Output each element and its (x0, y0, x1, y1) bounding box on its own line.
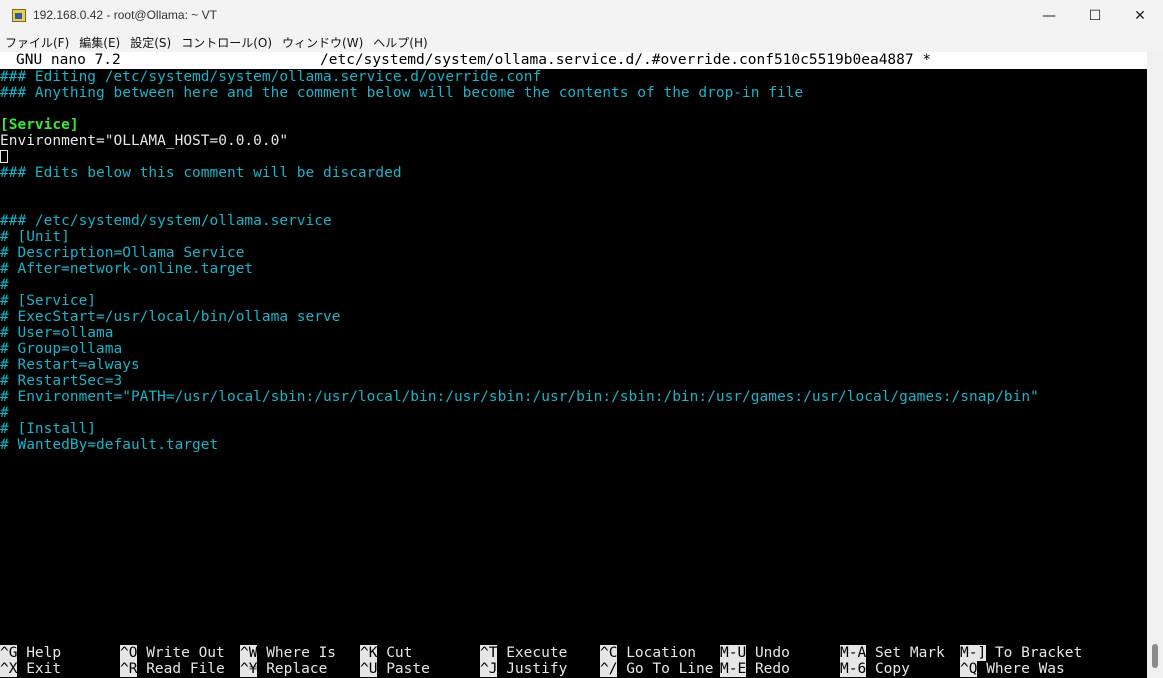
app-icon[interactable] (12, 9, 26, 22)
shortcut-where-is[interactable]: ^W Where Is (240, 645, 336, 661)
editor-line: # Environment="PATH=/usr/local/sbin:/usr… (0, 389, 1039, 405)
editor-line: # After=network-online.target (0, 261, 254, 277)
shortcut-replace[interactable]: ^¥ Replace (240, 661, 327, 677)
shortcut-paste[interactable]: ^U Paste (360, 661, 430, 677)
editor-line: # RestartSec=3 (0, 373, 123, 389)
shortcut-undo[interactable]: M-U Undo (720, 645, 790, 661)
menu-control[interactable]: コントロール(O) (176, 34, 277, 51)
editor-line: [Service] (0, 117, 79, 133)
scrollbar-thumb[interactable] (1152, 644, 1158, 668)
shortcut-copy[interactable]: M-6 Copy (840, 661, 910, 677)
close-button[interactable]: ✕ (1117, 0, 1163, 32)
shortcut-go-to-line[interactable]: ^/ Go To Line (600, 661, 714, 677)
nano-shortcut-bar: ^G Help ^O Write Out ^W Where Is ^K Cut … (0, 644, 1147, 678)
terminal-area[interactable]: GNU nano 7.2 /etc/systemd/system/ollama.… (0, 52, 1147, 678)
editor-line: ### Anything between here and the commen… (0, 85, 804, 101)
editor-line: # (0, 405, 9, 421)
menu-window[interactable]: ウィンドウ(W) (277, 34, 368, 51)
shortcut-help[interactable]: ^G Help (0, 645, 61, 661)
maximize-button[interactable]: ☐ (1072, 0, 1118, 32)
text-cursor (0, 150, 8, 163)
vertical-scrollbar[interactable] (1147, 52, 1163, 678)
editor-line: # Group=ollama (0, 341, 123, 357)
editor-line: # ExecStart=/usr/local/bin/ollama serve (0, 309, 341, 325)
shortcut-redo[interactable]: M-E Redo (720, 661, 790, 677)
shortcut-justify[interactable]: ^J Justify (480, 661, 567, 677)
shortcut-write-out[interactable]: ^O Write Out (120, 645, 225, 661)
editor-line (0, 149, 8, 165)
title-bar: 192.168.0.42 - root@Ollama: ~ VT — ☐ ✕ (0, 0, 1163, 32)
shortcut-location[interactable]: ^C Location (600, 645, 696, 661)
menu-help[interactable]: ヘルプ(H) (368, 34, 432, 51)
shortcut-where-was[interactable]: ^Q Where Was (960, 661, 1065, 677)
editor-line: # WantedBy=default.target (0, 437, 219, 453)
shortcut-to-bracket[interactable]: M-] To Bracket (960, 645, 1082, 661)
editor-line: # (0, 277, 9, 293)
editor-line: ### /etc/systemd/system/ollama.service (0, 213, 332, 229)
editor-line: # [Install] (0, 421, 97, 437)
shortcut-set-mark[interactable]: M-A Set Mark (840, 645, 945, 661)
menu-bar: ファイル(F) 編集(E) 設定(S) コントロール(O) ウィンドウ(W) ヘ… (0, 32, 1163, 52)
editor-line: # User=ollama (0, 325, 114, 341)
shortcut-execute[interactable]: ^T Execute (480, 645, 567, 661)
editor-line: # Description=Ollama Service (0, 245, 245, 261)
menu-edit[interactable]: 編集(E) (74, 34, 125, 51)
shortcut-cut[interactable]: ^K Cut (360, 645, 412, 661)
menu-file[interactable]: ファイル(F) (0, 34, 74, 51)
shortcut-read-file[interactable]: ^R Read File (120, 661, 225, 677)
shortcut-exit[interactable]: ^X Exit (0, 661, 61, 677)
nano-version: GNU nano 7.2 (16, 52, 121, 68)
minimize-button[interactable]: — (1026, 0, 1072, 32)
editor-line: # [Unit] (0, 229, 70, 245)
window-title: 192.168.0.42 - root@Ollama: ~ VT (33, 8, 217, 22)
nano-header: GNU nano 7.2 /etc/systemd/system/ollama.… (0, 52, 1147, 69)
editor-line: ### Editing /etc/systemd/system/ollama.s… (0, 69, 542, 85)
menu-settings[interactable]: 設定(S) (125, 34, 176, 51)
editor-line: # Restart=always (0, 357, 140, 373)
nano-filename: /etc/systemd/system/ollama.service.d/.#o… (320, 52, 932, 68)
editor-line: ### Edits below this comment will be dis… (0, 165, 402, 181)
editor-line: Environment="OLLAMA_HOST=0.0.0.0" (0, 133, 289, 149)
editor-line: # [Service] (0, 293, 97, 309)
